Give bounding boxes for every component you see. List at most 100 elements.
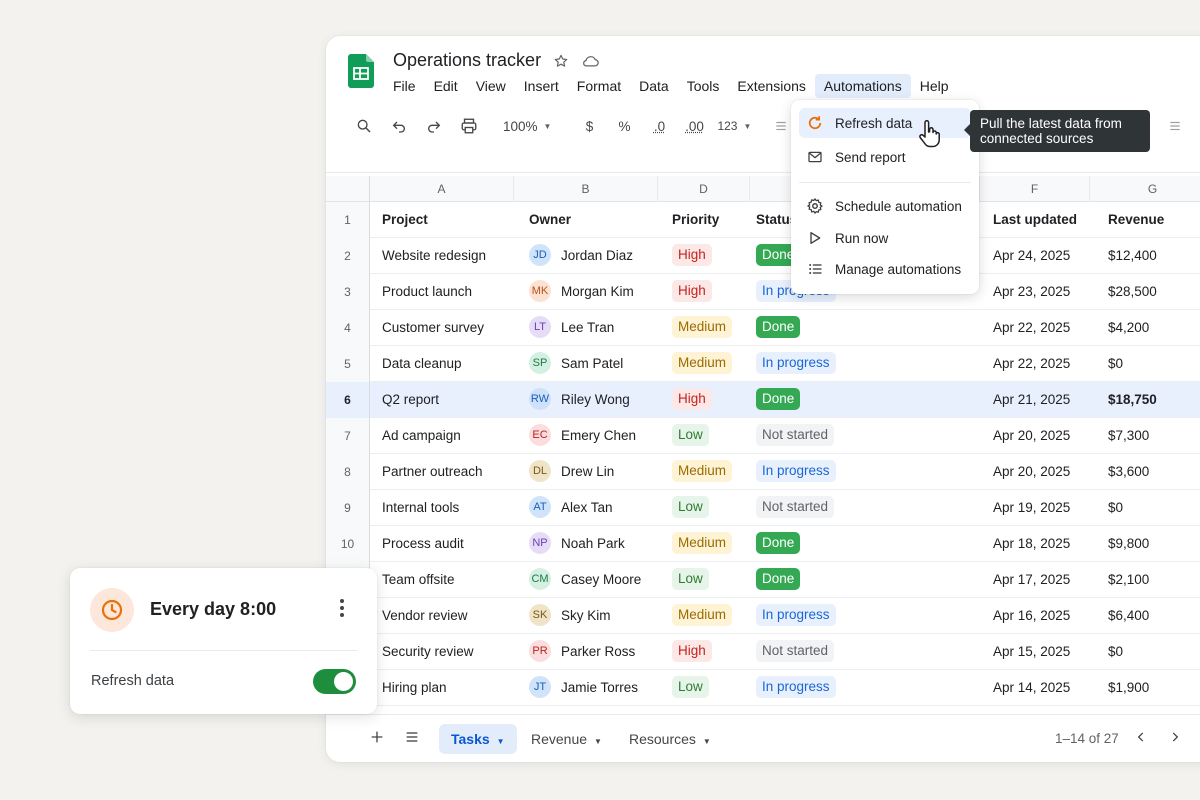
cell-owner[interactable]: JT Jamie Torres bbox=[529, 670, 638, 706]
column-header-f[interactable]: F bbox=[980, 176, 1090, 202]
cell-owner[interactable]: JD Jordan Diaz bbox=[529, 238, 633, 274]
cell-revenue[interactable]: $3,600 bbox=[1108, 454, 1149, 490]
automation-toggle[interactable] bbox=[313, 669, 356, 694]
sheets-logo-icon[interactable] bbox=[348, 54, 374, 88]
menu-automations[interactable]: Automations bbox=[814, 74, 911, 98]
cell-priority[interactable]: Medium bbox=[672, 598, 733, 634]
header-row[interactable]: 1 Project Owner Priority Status Last updated R… bbox=[326, 202, 1200, 238]
cell-owner[interactable]: LT Lee Tran bbox=[529, 310, 614, 346]
column-header-g[interactable]: G bbox=[1090, 176, 1200, 202]
row-number[interactable]: 5 bbox=[326, 346, 370, 382]
column-header-b[interactable]: B bbox=[514, 176, 658, 202]
table-row[interactable]: 13Security reviewPRParker RossHighNot st… bbox=[326, 634, 1200, 670]
table-row[interactable]: 2 Website redesign JD Jordan Diaz High Done Ap… bbox=[326, 238, 1200, 274]
row-number[interactable]: 1 bbox=[326, 202, 370, 238]
cell-status[interactable]: In progress bbox=[756, 454, 836, 490]
menu-extensions[interactable]: Extensions bbox=[728, 74, 814, 98]
cell-owner[interactable]: DL Drew Lin bbox=[529, 454, 614, 490]
row-number[interactable]: 2 bbox=[326, 238, 370, 274]
select-all-corner[interactable] bbox=[326, 176, 370, 202]
cell-priority[interactable]: Medium bbox=[672, 310, 733, 346]
cell-project[interactable]: Data cleanup bbox=[382, 346, 462, 382]
menu-format[interactable]: Format bbox=[568, 74, 630, 98]
table-row[interactable]: 4 Customer survey LT Lee Tran Medium Done Apr … bbox=[326, 310, 1200, 346]
cell-priority[interactable]: Medium bbox=[672, 526, 733, 562]
more-options-icon[interactable] bbox=[1168, 119, 1182, 138]
cell-status[interactable]: In progress bbox=[756, 598, 836, 634]
menu-item-send-report[interactable]: Send report bbox=[799, 142, 971, 172]
cell-priority[interactable]: Low bbox=[672, 490, 709, 526]
cell-owner[interactable]: NP Noah Park bbox=[529, 526, 625, 562]
cell-last-updated[interactable]: Apr 20, 2025 bbox=[993, 418, 1070, 454]
table-row[interactable]: 9 Internal tools AT Alex Tan Low Not started A… bbox=[326, 490, 1200, 526]
cell-priority[interactable]: High bbox=[672, 382, 712, 418]
undo-icon[interactable] bbox=[387, 114, 411, 138]
menu-view[interactable]: View bbox=[467, 74, 515, 98]
cell-last-updated[interactable]: Apr 16, 2025 bbox=[993, 598, 1070, 634]
table-row[interactable]: 14Hiring planJTJamie TorresLowIn progres… bbox=[326, 670, 1200, 706]
menu-help[interactable]: Help bbox=[911, 74, 958, 98]
cloud-saved-icon[interactable] bbox=[581, 53, 599, 69]
document-title[interactable]: Operations tracker bbox=[393, 50, 541, 71]
table-row[interactable]: 5 Data cleanup SP Sam Patel Medium In progres… bbox=[326, 346, 1200, 382]
cell-owner[interactable]: PR Parker Ross bbox=[529, 634, 635, 670]
cell-project[interactable]: Internal tools bbox=[382, 490, 459, 526]
sheet-tab-tasks[interactable]: Tasks ▼ bbox=[439, 724, 517, 754]
table-row[interactable]: 10 Process audit NP Noah Park Medium Done Apr … bbox=[326, 526, 1200, 562]
cell-owner[interactable]: SK Sky Kim bbox=[529, 598, 611, 634]
cell-project[interactable]: Hiring plan bbox=[382, 670, 447, 706]
cell-project[interactable]: Team offsite bbox=[382, 562, 455, 598]
cell-status[interactable]: Not started bbox=[756, 418, 835, 454]
cell-project[interactable]: Customer survey bbox=[382, 310, 484, 346]
table-row[interactable]: 12Vendor reviewSKSky KimMediumIn progres… bbox=[326, 598, 1200, 634]
decrease-decimal-button[interactable]: .0 bbox=[647, 114, 671, 138]
cell-last-updated[interactable]: Apr 18, 2025 bbox=[993, 526, 1070, 562]
cell-priority[interactable]: Medium bbox=[672, 346, 733, 382]
cell-revenue[interactable]: $0 bbox=[1108, 634, 1123, 670]
zoom-select[interactable]: 100% ▼ bbox=[503, 114, 551, 138]
cell-project[interactable]: Partner outreach bbox=[382, 454, 483, 490]
cell-project[interactable]: Q2 report bbox=[382, 382, 439, 418]
menu-insert[interactable]: Insert bbox=[515, 74, 568, 98]
table-row[interactable]: 11Team offsiteCMCasey MooreLowDoneApr 17… bbox=[326, 562, 1200, 598]
cell-last-updated[interactable]: Last updated bbox=[993, 202, 1077, 238]
print-icon[interactable] bbox=[457, 114, 481, 138]
cell-project[interactable]: Vendor review bbox=[382, 598, 468, 634]
cell-priority[interactable]: Low bbox=[672, 562, 709, 598]
cell-last-updated[interactable]: Apr 17, 2025 bbox=[993, 562, 1070, 598]
cell-owner[interactable]: EC Emery Chen bbox=[529, 418, 636, 454]
chevron-right-icon[interactable] bbox=[1168, 729, 1182, 750]
cell-revenue[interactable]: $6,400 bbox=[1108, 598, 1149, 634]
cell-last-updated[interactable]: Apr 22, 2025 bbox=[993, 346, 1070, 382]
cell-revenue[interactable]: $4,200 bbox=[1108, 310, 1149, 346]
currency-format-button[interactable]: $ bbox=[577, 114, 601, 138]
cell-status[interactable]: Done bbox=[756, 382, 801, 418]
cell-status[interactable]: Done bbox=[756, 526, 801, 562]
percent-format-button[interactable]: % bbox=[612, 114, 636, 138]
cell-last-updated[interactable]: Apr 22, 2025 bbox=[993, 310, 1070, 346]
all-sheets-icon[interactable] bbox=[404, 729, 420, 750]
cell-priority[interactable]: High bbox=[672, 634, 712, 670]
cell-revenue[interactable]: $0 bbox=[1108, 490, 1123, 526]
row-number[interactable]: 4 bbox=[326, 310, 370, 346]
cell-priority[interactable]: Low bbox=[672, 418, 709, 454]
menu-item-manage-automations[interactable]: Manage automations bbox=[799, 254, 971, 284]
cell-revenue[interactable]: $0 bbox=[1108, 346, 1123, 382]
sheet-tab-resources[interactable]: Resources ▼ bbox=[617, 724, 723, 754]
menu-edit[interactable]: Edit bbox=[425, 74, 467, 98]
increase-decimal-button[interactable]: .00 bbox=[682, 114, 706, 138]
cell-status[interactable]: In progress bbox=[756, 346, 836, 382]
cell-revenue[interactable]: $1,900 bbox=[1108, 670, 1149, 706]
row-number[interactable]: 10 bbox=[326, 526, 370, 562]
table-row[interactable]: 8 Partner outreach DL Drew Lin Medium In prog… bbox=[326, 454, 1200, 490]
row-number[interactable]: 8 bbox=[326, 454, 370, 490]
cell-revenue[interactable]: $28,500 bbox=[1108, 274, 1157, 310]
align-icon[interactable] bbox=[769, 114, 793, 138]
cell-priority[interactable]: High bbox=[672, 238, 712, 274]
column-header-d[interactable]: D bbox=[658, 176, 750, 202]
cell-status[interactable]: Done bbox=[756, 562, 801, 598]
cell-project[interactable]: Ad campaign bbox=[382, 418, 461, 454]
table-row[interactable]: 6 Q2 report RW Riley Wong High Done Apr 21, 20… bbox=[326, 382, 1200, 418]
cell-last-updated[interactable]: Apr 15, 2025 bbox=[993, 634, 1070, 670]
menu-tools[interactable]: Tools bbox=[678, 74, 729, 98]
